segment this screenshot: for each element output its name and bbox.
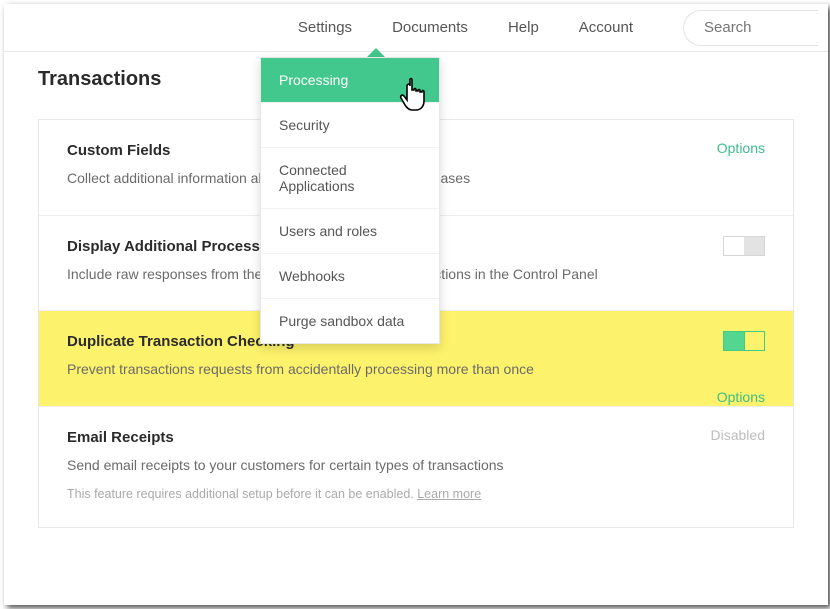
learn-more-link[interactable]: Learn more	[417, 487, 481, 501]
row-note: This feature requires additional setup b…	[67, 487, 765, 501]
toggle-duplicate-checking[interactable]	[723, 331, 765, 351]
row-desc: Send email receipts to your customers fo…	[67, 456, 607, 476]
search-input[interactable]	[704, 19, 818, 36]
options-link[interactable]: Options	[717, 140, 765, 156]
row-email-receipts: Email Receipts Send email receipts to yo…	[39, 407, 793, 528]
search-field[interactable]	[683, 10, 818, 46]
nav-settings[interactable]: Settings	[298, 4, 352, 52]
nav-account[interactable]: Account	[579, 4, 633, 52]
dropdown-item-users-and-roles[interactable]: Users and roles	[261, 209, 439, 254]
app-frame: Settings Documents Help Account Processi…	[4, 4, 828, 605]
nav-documents[interactable]: Documents	[392, 4, 468, 52]
row-title: Email Receipts	[67, 429, 765, 446]
dropdown-item-webhooks[interactable]: Webhooks	[261, 254, 439, 299]
nav-caret-icon	[367, 48, 385, 57]
options-link[interactable]: Options	[717, 389, 765, 405]
nav-help[interactable]: Help	[508, 4, 539, 52]
row-desc: Prevent transactions requests from accid…	[67, 360, 607, 380]
disabled-label: Disabled	[711, 427, 765, 443]
pointer-cursor-icon	[398, 76, 432, 121]
dropdown-item-connected-applications[interactable]: Connected Applications	[261, 148, 439, 209]
toggle-processor-responses[interactable]	[723, 236, 765, 256]
dropdown-item-purge-sandbox[interactable]: Purge sandbox data	[261, 299, 439, 343]
note-text: This feature requires additional setup b…	[67, 487, 417, 501]
top-nav: Settings Documents Help Account	[4, 4, 828, 52]
